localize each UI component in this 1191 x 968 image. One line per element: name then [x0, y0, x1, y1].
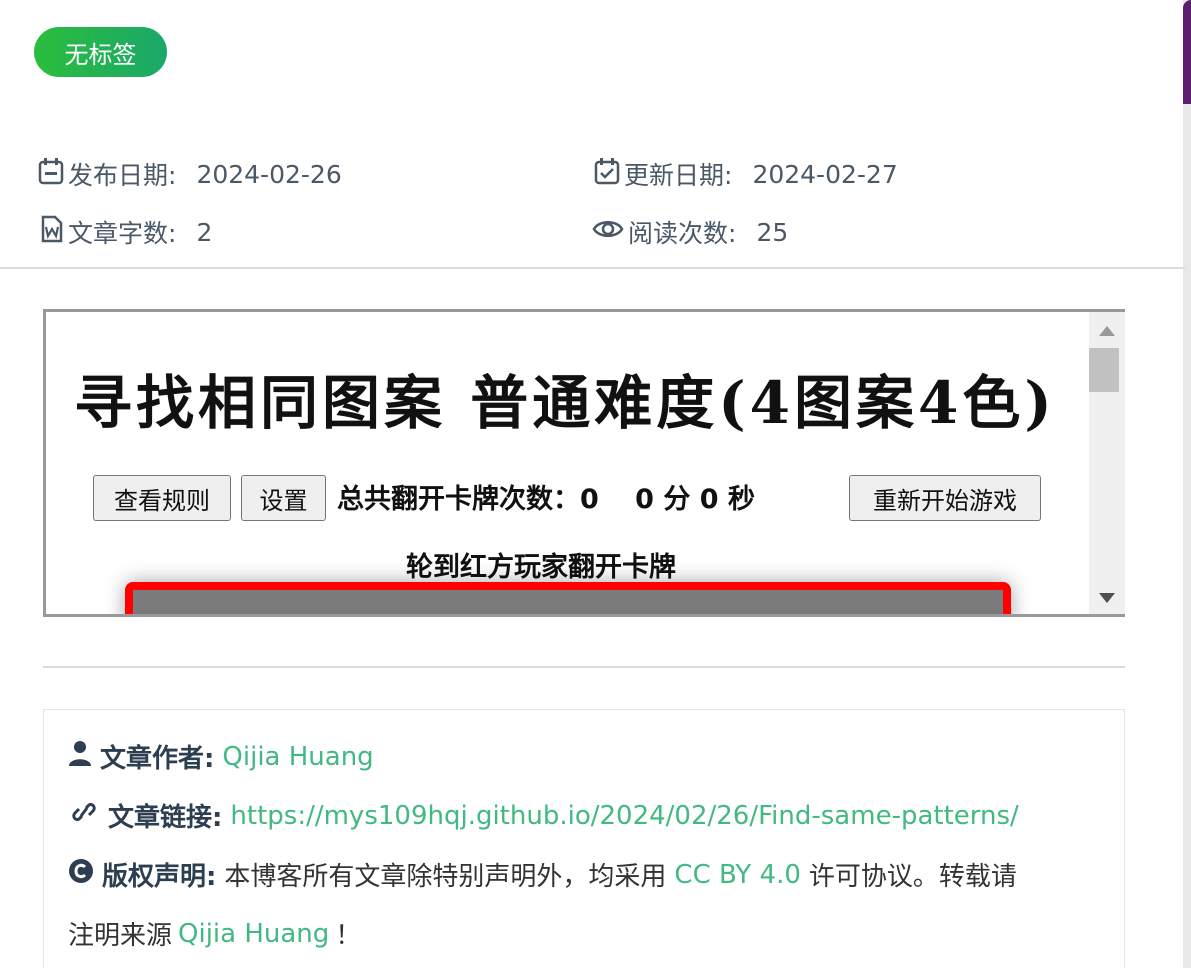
- publish-date-label: 发布日期:: [68, 161, 177, 190]
- restart-game-button[interactable]: 重新开始游戏: [849, 475, 1041, 521]
- flip-counter: 总共翻开卡牌次数：0 0 分 0 秒: [337, 484, 755, 515]
- game-board[interactable]: [125, 582, 1011, 614]
- license-line: 版权声明: 本博客所有文章除特别声明外，均采用 CC BY 4.0 许可协议。转…: [68, 856, 1017, 893]
- file-word-icon: [40, 215, 68, 249]
- copyright-icon: [68, 858, 94, 891]
- license-text-2: 许可协议。转载请: [808, 862, 1017, 892]
- author-line: 文章作者: Qijia Huang: [68, 738, 374, 775]
- link-icon: [68, 799, 100, 832]
- calendar-check-icon: [594, 157, 624, 191]
- game-iframe[interactable]: 寻找相同图案 普通难度(4图案4色) 查看规则 设置 总共翻开卡牌次数：0 0 …: [43, 309, 1125, 617]
- word-count-value: 2: [196, 217, 213, 247]
- game-title: 寻找相同图案 普通难度(4图案4色): [74, 369, 1056, 437]
- right-edge-accent: [1183, 0, 1191, 104]
- scroll-down-arrow-icon[interactable]: [1099, 593, 1115, 603]
- author-link[interactable]: Qijia Huang: [222, 742, 373, 772]
- update-date-label: 更新日期:: [624, 161, 733, 190]
- license-end: ！: [335, 921, 362, 951]
- view-count-value: 25: [756, 217, 789, 247]
- view-count-label: 阅读次数:: [628, 219, 737, 248]
- eye-icon: [592, 216, 628, 248]
- word-count: 文章字数: 2: [40, 214, 212, 250]
- update-date: 更新日期: 2024-02-27: [594, 156, 898, 192]
- game-scrollbar[interactable]: [1089, 312, 1125, 614]
- scroll-up-arrow-icon[interactable]: [1099, 326, 1115, 336]
- scroll-thumb[interactable]: [1089, 348, 1119, 392]
- license-label: 版权声明:: [102, 862, 217, 892]
- view-rules-button[interactable]: 查看规则: [93, 475, 231, 521]
- view-count: 阅读次数: 25: [592, 214, 788, 250]
- copyright-box: 文章作者: Qijia Huang 文章链接: https://mys109hq…: [43, 709, 1125, 968]
- license-source-link[interactable]: Qijia Huang: [178, 919, 329, 949]
- license-line-2: 注明来源 Qijia Huang ！: [68, 915, 361, 952]
- word-count-label: 文章字数:: [68, 219, 177, 248]
- article-link[interactable]: https://mys109hqj.github.io/2024/02/26/F…: [230, 801, 1018, 831]
- update-date-value: 2024-02-27: [752, 159, 898, 189]
- right-edge: [1183, 0, 1191, 968]
- calendar-minus-icon: [38, 157, 68, 191]
- publish-date: 发布日期: 2024-02-26: [38, 156, 342, 192]
- publish-date-value: 2024-02-26: [196, 159, 342, 189]
- link-line: 文章链接: https://mys109hqj.github.io/2024/0…: [68, 797, 1019, 834]
- link-label: 文章链接:: [108, 803, 223, 833]
- settings-button[interactable]: 设置: [241, 475, 326, 521]
- user-icon: [68, 740, 92, 773]
- author-label: 文章作者:: [100, 744, 215, 774]
- meta-divider: [0, 267, 1185, 269]
- license-text-1: 本博客所有文章除特别声明外，均采用: [224, 862, 667, 892]
- license-link[interactable]: CC BY 4.0: [674, 860, 800, 890]
- tag-chip[interactable]: 无标签: [34, 27, 167, 77]
- license-text-3: 注明来源: [68, 921, 173, 951]
- turn-indicator: 轮到红方玩家翻开卡牌: [406, 552, 676, 583]
- content-divider: [43, 666, 1125, 668]
